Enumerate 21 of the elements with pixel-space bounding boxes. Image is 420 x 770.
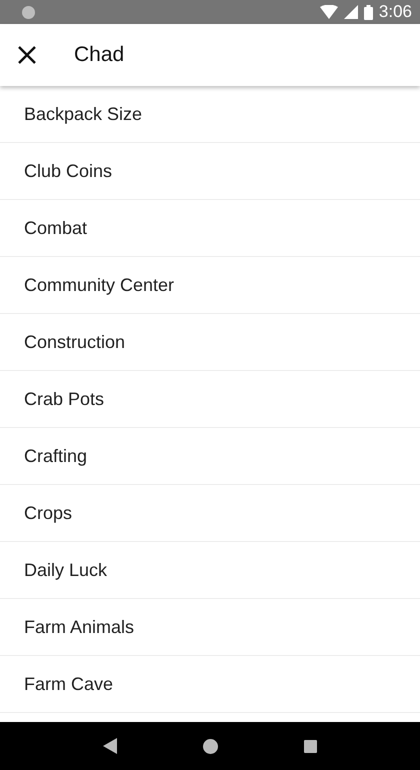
recents-icon[interactable] (304, 740, 317, 752)
clock-time: 3:06 (378, 2, 412, 22)
close-icon[interactable] (17, 45, 37, 65)
list-item[interactable]: Farm Animals (0, 599, 420, 656)
list-item[interactable]: Crab Pots (0, 371, 420, 428)
list-item[interactable]: Daily Luck (0, 542, 420, 599)
list-item[interactable]: Backpack Size (0, 86, 420, 143)
battery-icon (364, 4, 373, 20)
list-item[interactable]: Community Center (0, 257, 420, 314)
list-item[interactable]: Farm Cave (0, 656, 420, 713)
list-item[interactable]: Combat (0, 200, 420, 257)
list-item[interactable]: Crafting (0, 428, 420, 485)
list-item[interactable]: Construction (0, 314, 420, 371)
notification-icon (22, 6, 35, 18)
home-icon[interactable] (203, 738, 218, 754)
signal-icon (344, 5, 358, 19)
screen-title: Chad (74, 43, 124, 67)
wifi-icon (320, 5, 338, 19)
back-icon[interactable] (103, 738, 117, 754)
list-item[interactable]: Crops (0, 485, 420, 542)
list-item[interactable]: Club Coins (0, 143, 420, 200)
